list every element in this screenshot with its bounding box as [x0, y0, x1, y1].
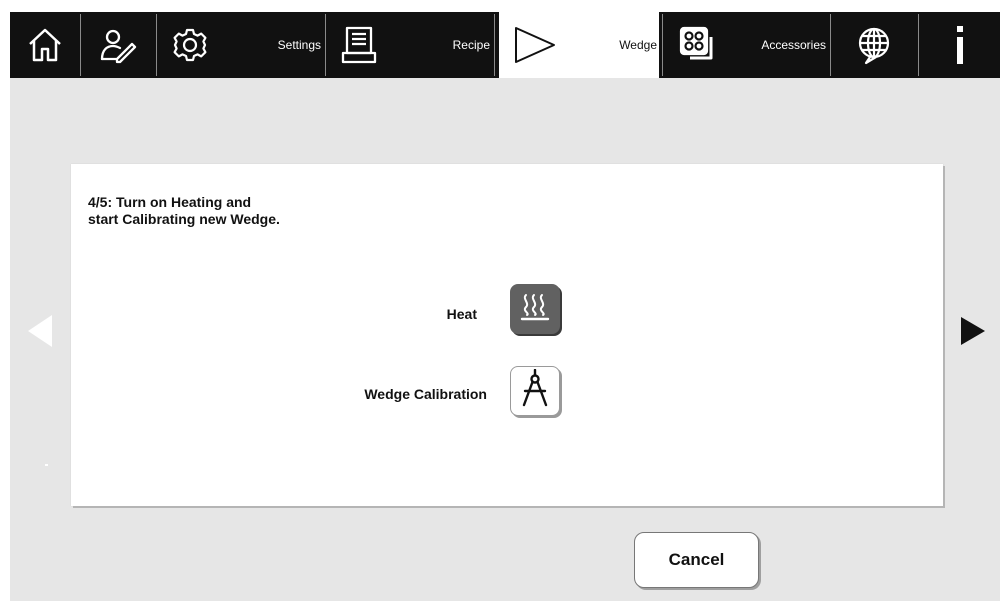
info-icon	[950, 24, 970, 66]
settings-label: Settings	[277, 38, 321, 52]
wedge-icon	[513, 23, 557, 67]
toolbar-recipe-button[interactable]: Recipe	[326, 12, 494, 78]
toolbar-divider	[494, 14, 495, 76]
cancel-button[interactable]: Cancel	[634, 532, 759, 588]
wedge-label: Wedge	[619, 38, 657, 52]
arrow-right-icon[interactable]	[961, 317, 985, 345]
recipe-label: Recipe	[452, 38, 490, 52]
toolbar-info-button[interactable]	[919, 12, 1000, 78]
toolbar-edit-button[interactable]	[81, 12, 155, 78]
compass-icon	[519, 368, 551, 414]
toolbar-accessories-button[interactable]: Accessories	[664, 12, 830, 78]
heat-icon	[519, 291, 551, 328]
wedge-calibration-label: Wedge Calibration	[364, 386, 487, 402]
toolbar-wedge-tab[interactable]: Wedge	[499, 12, 659, 78]
home-icon	[25, 25, 65, 65]
wedge-calibration-button[interactable]	[510, 366, 560, 416]
wizard-card: 4/5: Turn on Heating and start Calibrati…	[71, 164, 943, 506]
globe-icon	[854, 25, 894, 65]
content-area: 4/5: Turn on Heating and start Calibrati…	[10, 78, 1000, 601]
gear-icon	[172, 27, 208, 63]
edit-user-icon	[98, 25, 138, 65]
heat-button[interactable]	[510, 284, 560, 334]
indicator-dot	[45, 464, 48, 466]
step-instructions: 4/5: Turn on Heating and start Calibrati…	[88, 194, 280, 227]
recipe-icon	[341, 25, 377, 65]
top-toolbar: Settings Recipe Wedge Accessories	[10, 12, 1000, 78]
toolbar-home-button[interactable]	[10, 12, 80, 78]
arrow-left-icon[interactable]	[28, 315, 52, 347]
toolbar-divider	[662, 14, 663, 76]
heat-label: Heat	[446, 306, 477, 322]
toolbar-language-button[interactable]	[831, 12, 917, 78]
toolbar-settings-button[interactable]: Settings	[157, 12, 325, 78]
accessories-label: Accessories	[761, 38, 826, 52]
accessories-icon	[678, 25, 718, 65]
